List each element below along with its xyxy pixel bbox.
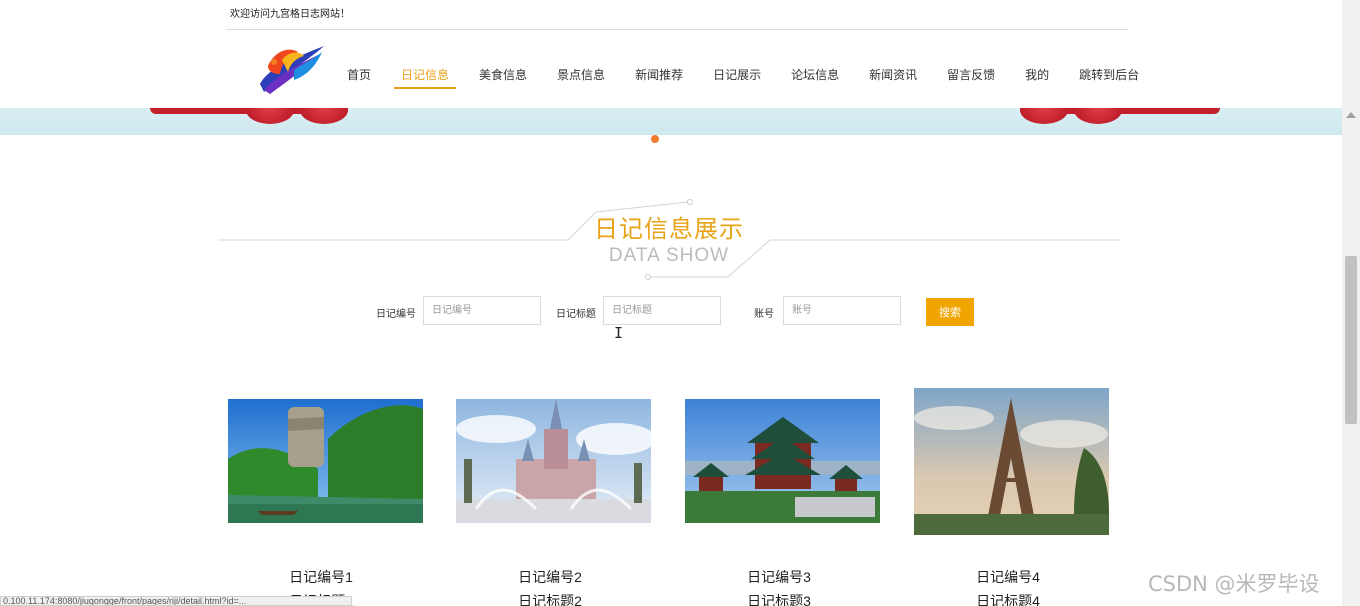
- scroll-up-arrow-icon[interactable]: [1346, 112, 1356, 118]
- castle-photo[interactable]: [456, 399, 651, 523]
- nav-item-home[interactable]: 首页: [332, 61, 386, 89]
- main-nav: 首页 日记信息 美食信息 景点信息 新闻推荐 日记展示 论坛信息 新闻资讯 留言…: [332, 60, 1154, 90]
- nav-item-diary-display[interactable]: 日记展示: [698, 61, 776, 89]
- nav-item-news[interactable]: 新闻资讯: [854, 61, 932, 89]
- search-button[interactable]: 搜索: [926, 298, 974, 326]
- diary-title-text: 日记标题2: [518, 593, 582, 606]
- scrollbar-thumb[interactable]: [1345, 256, 1357, 424]
- apple-decoration: [1074, 108, 1122, 124]
- diary-title-text: 日记标题3: [747, 593, 811, 606]
- browser-status-bar: 0.100.11.174:8080/jiugongge/front/pages/…: [0, 596, 352, 606]
- account-input[interactable]: [783, 296, 901, 325]
- carousel-indicator-dot[interactable]: [651, 135, 659, 143]
- apple-decoration: [1020, 108, 1068, 124]
- nav-item-feedback[interactable]: 留言反馈: [932, 61, 1010, 89]
- diary-no-text: 日记编号1: [289, 569, 353, 585]
- section-subtitle: DATA SHOW: [608, 245, 730, 266]
- account-label: 账号: [754, 309, 774, 320]
- mountain-river-photo[interactable]: [228, 399, 423, 523]
- section-title: 日记信息展示: [594, 215, 744, 243]
- pavilion-photo[interactable]: [685, 399, 880, 523]
- nav-item-mine[interactable]: 我的: [1010, 61, 1064, 89]
- apple-decoration: [246, 108, 294, 124]
- text-cursor-icon: I: [614, 324, 624, 342]
- header-divider: [226, 29, 1128, 30]
- diary-no-text: 日记编号3: [747, 569, 811, 585]
- eiffel-tower-photo[interactable]: [914, 388, 1109, 535]
- diary-title-input[interactable]: [603, 296, 721, 325]
- nav-item-food-info[interactable]: 美食信息: [464, 61, 542, 89]
- diary-no-text: 日记编号4: [976, 569, 1040, 585]
- banner-carousel[interactable]: [0, 108, 1342, 135]
- diary-no-text: 日记编号2: [518, 569, 582, 585]
- section-heading: 日记信息展示 DATA SHOW: [218, 195, 1120, 285]
- diary-title-text: 日记标题4: [976, 593, 1040, 606]
- nav-item-diary-info[interactable]: 日记信息: [386, 61, 464, 89]
- watermark-text: CSDN @米罗毕设: [1148, 572, 1320, 596]
- page-scrollbar[interactable]: [1342, 0, 1360, 606]
- diary-title-label: 日记标题: [556, 309, 596, 320]
- diary-no-input[interactable]: [423, 296, 541, 325]
- site-header: 欢迎访问九宫格日志网站！ 首页 日记信息 美食信息 景点信息 新闻推荐 日记展示…: [0, 0, 1360, 108]
- search-form: 日记编号 日记标题 账号 搜索: [0, 296, 1360, 326]
- welcome-text: 欢迎访问九宫格日志网站！: [230, 9, 350, 20]
- nav-item-attractions[interactable]: 景点信息: [542, 61, 620, 89]
- nav-item-admin[interactable]: 跳转到后台: [1064, 61, 1154, 89]
- nav-item-forum[interactable]: 论坛信息: [776, 61, 854, 89]
- apple-decoration: [300, 108, 348, 124]
- diary-no-label: 日记编号: [376, 309, 416, 320]
- site-logo[interactable]: [254, 40, 328, 98]
- banner-decoration: [150, 108, 320, 114]
- nav-item-news-recommend[interactable]: 新闻推荐: [620, 61, 698, 89]
